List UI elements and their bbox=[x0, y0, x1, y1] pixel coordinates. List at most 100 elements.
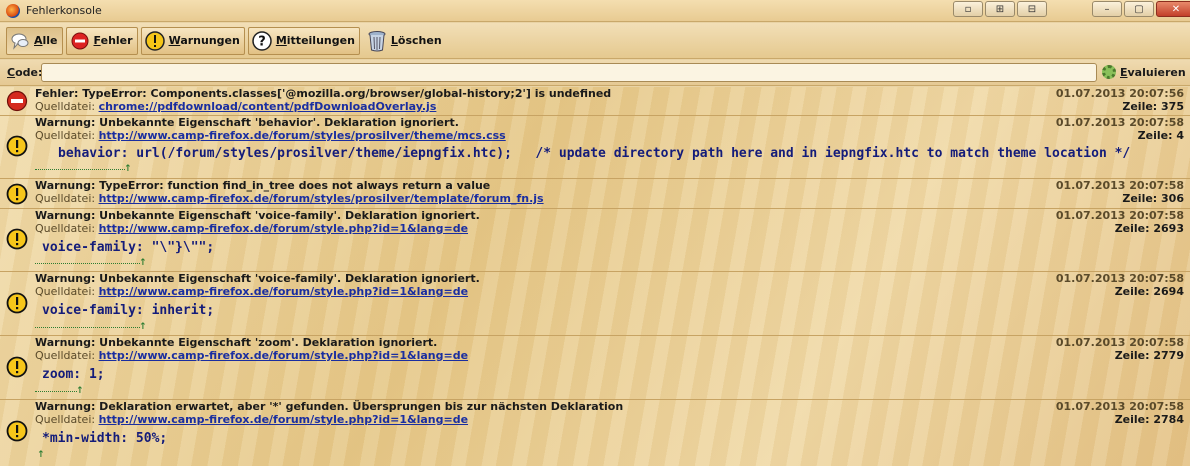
entry-message: Warnung: Deklaration erwartet, aber '*' … bbox=[35, 400, 624, 413]
entry-line: Zeile: 2693 bbox=[1114, 222, 1184, 235]
window-controls: – ▢ ✕ bbox=[1090, 1, 1190, 17]
entry-message: Warnung: Unbekannte Eigenschaft 'zoom'. … bbox=[35, 336, 438, 349]
list-item[interactable]: Warnung: Deklaration erwartet, aber '*' … bbox=[0, 400, 1190, 464]
firefox-icon bbox=[6, 3, 20, 18]
console-list[interactable]: Fehler: TypeError: Components.classes['@… bbox=[0, 87, 1190, 466]
title-bar: Fehlerkonsole ▫ ⊞ ⊟ – ▢ ✕ bbox=[0, 0, 1190, 22]
warning-icon bbox=[6, 292, 28, 314]
entry-code: voice-family: inherit; bbox=[42, 303, 215, 318]
entry-line: Zeile: 2784 bbox=[1114, 413, 1184, 426]
trash-icon bbox=[367, 30, 387, 51]
speech-bubbles-icon bbox=[10, 31, 30, 51]
list-item[interactable]: Warnung: Unbekannte Eigenschaft 'zoom'. … bbox=[0, 336, 1190, 400]
warning-icon bbox=[6, 356, 28, 378]
entry-source-row: Quelldatei: http://www.camp-firefox.de/f… bbox=[35, 129, 506, 142]
entry-line: Zeile: 2779 bbox=[1114, 349, 1184, 362]
caret-arrow-icon: ↑ bbox=[124, 164, 132, 174]
list-item[interactable]: Warnung: Unbekannte Eigenschaft 'behavio… bbox=[0, 116, 1190, 179]
entry-timestamp: 01.07.2013 20:07:58 bbox=[1055, 209, 1184, 222]
messages-button[interactable]: ? Mitteilungen bbox=[247, 26, 360, 55]
gear-icon bbox=[1102, 65, 1116, 79]
entry-source-link[interactable]: http://www.camp-firefox.de/forum/style.p… bbox=[99, 222, 468, 235]
warnings-button[interactable]: Warnungen bbox=[140, 26, 245, 55]
errors-button[interactable]: Fehler bbox=[65, 26, 138, 55]
entry-timestamp: 01.07.2013 20:07:58 bbox=[1055, 336, 1184, 349]
entry-source-row: Quelldatei: http://www.camp-firefox.de/f… bbox=[35, 285, 468, 298]
clear-button-label: Löschen bbox=[390, 34, 442, 47]
entry-message: Warnung: Unbekannte Eigenschaft 'voice-f… bbox=[35, 272, 480, 285]
entry-source-link[interactable]: http://www.camp-firefox.de/forum/style.p… bbox=[99, 285, 468, 298]
caret-arrow-icon: ↑ bbox=[139, 322, 147, 332]
caret-arrow-icon: ↑ bbox=[76, 386, 84, 396]
warnings-button-label: Warnungen bbox=[168, 34, 240, 47]
error-icon bbox=[70, 31, 90, 51]
list-item[interactable]: Warnung: Unbekannte Eigenschaft 'voice-f… bbox=[0, 209, 1190, 272]
all-button[interactable]: Alle bbox=[6, 26, 63, 55]
window-small-button[interactable]: ▫ bbox=[953, 1, 983, 17]
entry-code: zoom: 1; bbox=[42, 367, 105, 382]
entry-source-label: Quelldatei: bbox=[35, 222, 96, 235]
entry-message: Warnung: Unbekannte Eigenschaft 'voice-f… bbox=[35, 209, 480, 222]
error-icon bbox=[6, 90, 28, 112]
warning-icon bbox=[6, 228, 28, 250]
toolbar: Alle Fehler Warnungen ? Mitteilungen Lös… bbox=[0, 23, 1190, 59]
entry-source-label: Quelldatei: bbox=[35, 413, 96, 426]
code-label: Code: bbox=[7, 66, 43, 79]
errors-button-label: Fehler bbox=[93, 34, 133, 47]
entry-timestamp: 01.07.2013 20:07:58 bbox=[1055, 272, 1184, 285]
entry-source-label: Quelldatei: bbox=[35, 349, 96, 362]
error-position-marker bbox=[35, 169, 125, 170]
entry-source-link[interactable]: http://www.camp-firefox.de/forum/styles/… bbox=[99, 192, 544, 205]
entry-source-row: Quelldatei: chrome://pdfdownload/content… bbox=[35, 100, 436, 113]
entry-message: Warnung: TypeError: function find_in_tre… bbox=[35, 179, 491, 192]
entry-source-link[interactable]: http://www.camp-firefox.de/forum/style.p… bbox=[99, 413, 468, 426]
entry-source-row: Quelldatei: http://www.camp-firefox.de/f… bbox=[35, 192, 544, 205]
minimize-button[interactable]: – bbox=[1092, 1, 1122, 17]
entry-source-row: Quelldatei: http://www.camp-firefox.de/f… bbox=[35, 349, 468, 362]
evaluate-button[interactable]: Evaluieren bbox=[1102, 65, 1186, 79]
entry-timestamp: 01.07.2013 20:07:58 bbox=[1055, 400, 1184, 413]
window-cascade-button[interactable]: ⊟ bbox=[1017, 1, 1047, 17]
entry-source-link[interactable]: http://www.camp-firefox.de/forum/style.p… bbox=[99, 349, 468, 362]
error-position-marker bbox=[35, 391, 77, 392]
entry-source-link[interactable]: http://www.camp-firefox.de/forum/styles/… bbox=[99, 129, 506, 142]
entry-message: Warnung: Unbekannte Eigenschaft 'behavio… bbox=[35, 116, 459, 129]
extra-window-buttons: ▫ ⊞ ⊟ bbox=[951, 1, 1047, 17]
warning-icon bbox=[144, 30, 165, 51]
error-position-marker bbox=[35, 327, 140, 328]
entry-code: *min-width: 50%; bbox=[42, 431, 168, 446]
code-input[interactable] bbox=[41, 63, 1097, 82]
window-tile-button[interactable]: ⊞ bbox=[985, 1, 1015, 17]
messages-button-label: Mitteilungen bbox=[275, 34, 355, 47]
maximize-button[interactable]: ▢ bbox=[1124, 1, 1154, 17]
list-item[interactable]: Warnung: Unbekannte Eigenschaft 'voice-f… bbox=[0, 272, 1190, 336]
question-icon: ? bbox=[252, 30, 272, 51]
evaluate-label: Evaluieren bbox=[1120, 65, 1186, 79]
close-button[interactable]: ✕ bbox=[1156, 1, 1190, 17]
entry-source-label: Quelldatei: bbox=[35, 100, 96, 113]
entry-timestamp: 01.07.2013 20:07:58 bbox=[1055, 116, 1184, 129]
entry-code: behavior: url(/forum/styles/prosilver/th… bbox=[58, 146, 1131, 161]
list-item[interactable]: Warnung: TypeError: function find_in_tre… bbox=[0, 179, 1190, 209]
window-title: Fehlerkonsole bbox=[26, 4, 102, 17]
entry-source-link[interactable]: chrome://pdfdownload/content/pdfDownload… bbox=[99, 100, 437, 113]
entry-timestamp: 01.07.2013 20:07:56 bbox=[1055, 87, 1184, 100]
entry-line: Zeile: 2694 bbox=[1114, 285, 1184, 298]
warning-icon bbox=[6, 183, 28, 205]
entry-source-label: Quelldatei: bbox=[35, 192, 96, 205]
entry-source-row: Quelldatei: http://www.camp-firefox.de/f… bbox=[35, 413, 468, 426]
clear-button[interactable]: Löschen bbox=[363, 27, 447, 55]
list-item[interactable]: Fehler: TypeError: Components.classes['@… bbox=[0, 87, 1190, 116]
entry-source-label: Quelldatei: bbox=[35, 285, 96, 298]
entry-line: Zeile: 4 bbox=[1137, 129, 1184, 142]
caret-arrow-icon: ↑ bbox=[37, 450, 45, 460]
entry-source-row: Quelldatei: http://www.camp-firefox.de/f… bbox=[35, 222, 468, 235]
all-button-label: Alle bbox=[34, 34, 58, 47]
entry-timestamp: 01.07.2013 20:07:58 bbox=[1055, 179, 1184, 192]
warning-icon bbox=[6, 420, 28, 442]
warning-icon bbox=[6, 135, 28, 157]
entry-code: voice-family: "\"}\""; bbox=[42, 240, 215, 255]
entry-source-label: Quelldatei: bbox=[35, 129, 96, 142]
error-position-marker bbox=[35, 263, 140, 264]
entry-line: Zeile: 375 bbox=[1122, 100, 1184, 113]
